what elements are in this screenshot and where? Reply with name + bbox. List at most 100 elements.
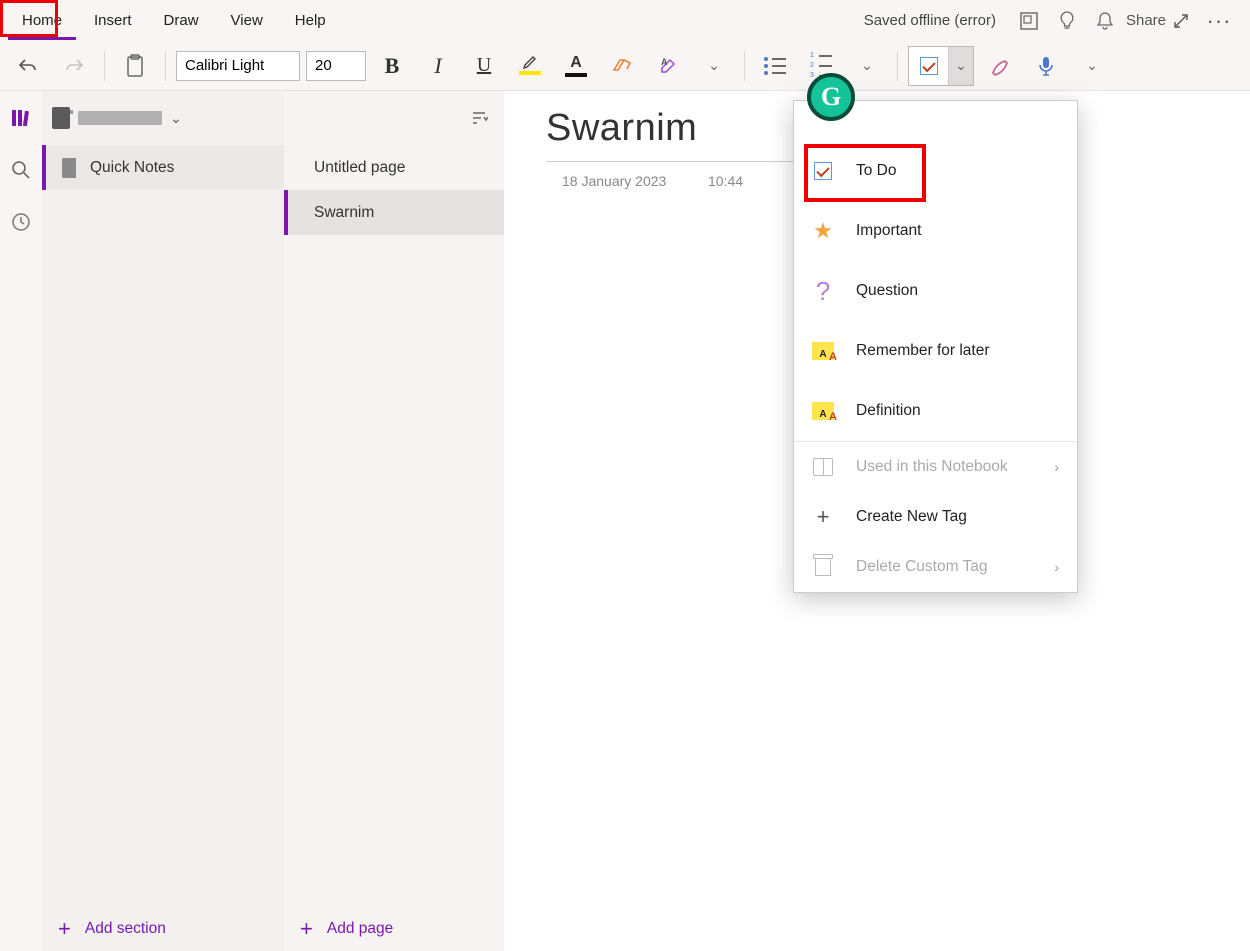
tag-todo-button[interactable] — [909, 47, 949, 85]
tag-label: Important — [856, 222, 921, 240]
page-untitled[interactable]: Untitled page — [284, 145, 504, 190]
tag-important[interactable]: ★ Important — [794, 201, 1077, 261]
tags-dropdown: Tags To Do ★ Important ? Question AA Rem… — [793, 100, 1078, 593]
notebook-name-placeholder — [78, 111, 162, 125]
ink-pen-button[interactable] — [980, 46, 1020, 86]
tag-question[interactable]: ? Question — [794, 261, 1077, 321]
svg-text:A: A — [661, 57, 668, 67]
section-quick-notes[interactable]: Quick Notes — [42, 145, 284, 190]
bold-button[interactable]: B — [372, 46, 412, 86]
page-label: Untitled page — [314, 159, 405, 177]
menu-view[interactable]: View — [215, 1, 279, 41]
sort-icon[interactable] — [464, 103, 494, 133]
tag-label: Definition — [856, 402, 921, 420]
tag-definition[interactable]: AA Definition — [794, 381, 1077, 441]
question-icon: ? — [812, 280, 834, 302]
tag-label: Create New Tag — [856, 508, 967, 526]
bell-icon[interactable] — [1088, 4, 1122, 38]
menubar-right: Saved offline (error) Share ··· — [864, 4, 1244, 38]
font-name-input[interactable] — [176, 51, 300, 81]
trash-icon — [812, 556, 834, 578]
tag-todo[interactable]: To Do — [794, 141, 1077, 201]
search-icon[interactable] — [6, 155, 36, 185]
tag-label: Delete Custom Tag — [856, 558, 988, 576]
tag-label: Question — [856, 282, 918, 300]
section-label: Quick Notes — [90, 159, 174, 177]
bullet-list-button[interactable] — [755, 46, 795, 86]
chevron-down-icon: ⌄ — [170, 110, 182, 127]
pages-column: Untitled page Swarnim + Add page — [284, 91, 504, 951]
highlight-button[interactable] — [510, 46, 550, 86]
menu-draw[interactable]: Draw — [148, 1, 215, 41]
tag-remember[interactable]: AA Remember for later — [794, 321, 1077, 381]
share-label: Share — [1126, 12, 1166, 29]
chevron-right-icon: › — [1054, 559, 1059, 575]
clear-format-button[interactable] — [602, 46, 642, 86]
lightbulb-icon[interactable] — [1050, 4, 1084, 38]
left-rail — [0, 91, 42, 951]
star-icon: ★ — [812, 220, 834, 242]
plus-icon: + — [300, 916, 313, 942]
chevron-right-icon: › — [1054, 459, 1059, 475]
toolbar-overflow-chevron[interactable]: ⌄ — [1072, 46, 1112, 86]
sections-column: ⌄ Quick Notes + Add section — [42, 91, 284, 951]
separator — [165, 51, 166, 81]
pages-header — [284, 91, 504, 145]
toolbar: B I U A A ⌄ 1 2 3 ⌄ ⌄ — [0, 41, 1250, 91]
add-section-label: Add section — [85, 920, 166, 938]
redo-button[interactable] — [54, 46, 94, 86]
separator — [744, 51, 745, 81]
create-new-tag[interactable]: + Create New Tag — [794, 492, 1077, 542]
undo-button[interactable] — [8, 46, 48, 86]
separator — [897, 51, 898, 81]
add-page-label: Add page — [327, 920, 393, 938]
todo-check-icon — [920, 57, 938, 75]
underline-button[interactable]: U — [464, 46, 504, 86]
todo-check-icon — [812, 160, 834, 182]
format-painter-button[interactable]: A — [648, 46, 688, 86]
add-page-button[interactable]: + Add page — [284, 907, 504, 951]
feed-icon[interactable] — [1012, 4, 1046, 38]
font-size-input[interactable] — [306, 51, 366, 81]
page-time: 10:44 — [708, 173, 743, 189]
section-icon — [62, 158, 76, 178]
plus-icon: + — [58, 916, 71, 942]
italic-button[interactable]: I — [418, 46, 458, 86]
definition-icon: AA — [812, 400, 834, 422]
save-status: Saved offline (error) — [864, 12, 996, 29]
add-section-button[interactable]: + Add section — [42, 907, 284, 951]
more-icon[interactable]: ··· — [1202, 4, 1236, 38]
tag-combo[interactable]: ⌄ — [908, 46, 974, 86]
bullet-list-icon — [764, 57, 786, 75]
tag-dropdown-button[interactable]: ⌄ — [949, 47, 973, 85]
notebook-header[interactable]: ⌄ — [42, 91, 284, 145]
tag-label: Remember for later — [856, 342, 990, 360]
menu-help[interactable]: Help — [279, 1, 342, 41]
title-underline — [546, 161, 806, 162]
page-date: 18 January 2023 — [562, 173, 666, 189]
tags-used-in-notebook: Used in this Notebook › — [794, 442, 1077, 492]
separator — [104, 51, 105, 81]
notebooks-icon[interactable] — [6, 103, 36, 133]
recent-icon[interactable] — [6, 207, 36, 237]
menu-insert[interactable]: Insert — [78, 1, 148, 41]
book-icon — [812, 456, 834, 478]
page-label: Swarnim — [314, 204, 374, 222]
list-more-chevron[interactable]: ⌄ — [847, 46, 887, 86]
tag-label: Used in this Notebook — [856, 458, 1008, 476]
grammarly-badge[interactable]: G — [807, 73, 855, 121]
menubar: Home Insert Draw View Help Saved offline… — [0, 0, 1250, 41]
clipboard-button[interactable] — [115, 46, 155, 86]
page-swarnim[interactable]: Swarnim — [284, 190, 504, 235]
delete-custom-tag: Delete Custom Tag › — [794, 542, 1077, 592]
remember-icon: AA — [812, 340, 834, 362]
font-color-button[interactable]: A — [556, 46, 596, 86]
plus-icon: + — [812, 506, 834, 528]
text-more-chevron[interactable]: ⌄ — [694, 46, 734, 86]
share-button[interactable]: Share — [1126, 4, 1160, 38]
expand-icon[interactable] — [1164, 4, 1198, 38]
menu-home[interactable]: Home — [6, 1, 78, 41]
notebook-icon — [52, 107, 70, 129]
tag-label: To Do — [856, 162, 897, 180]
dictate-button[interactable] — [1026, 46, 1066, 86]
